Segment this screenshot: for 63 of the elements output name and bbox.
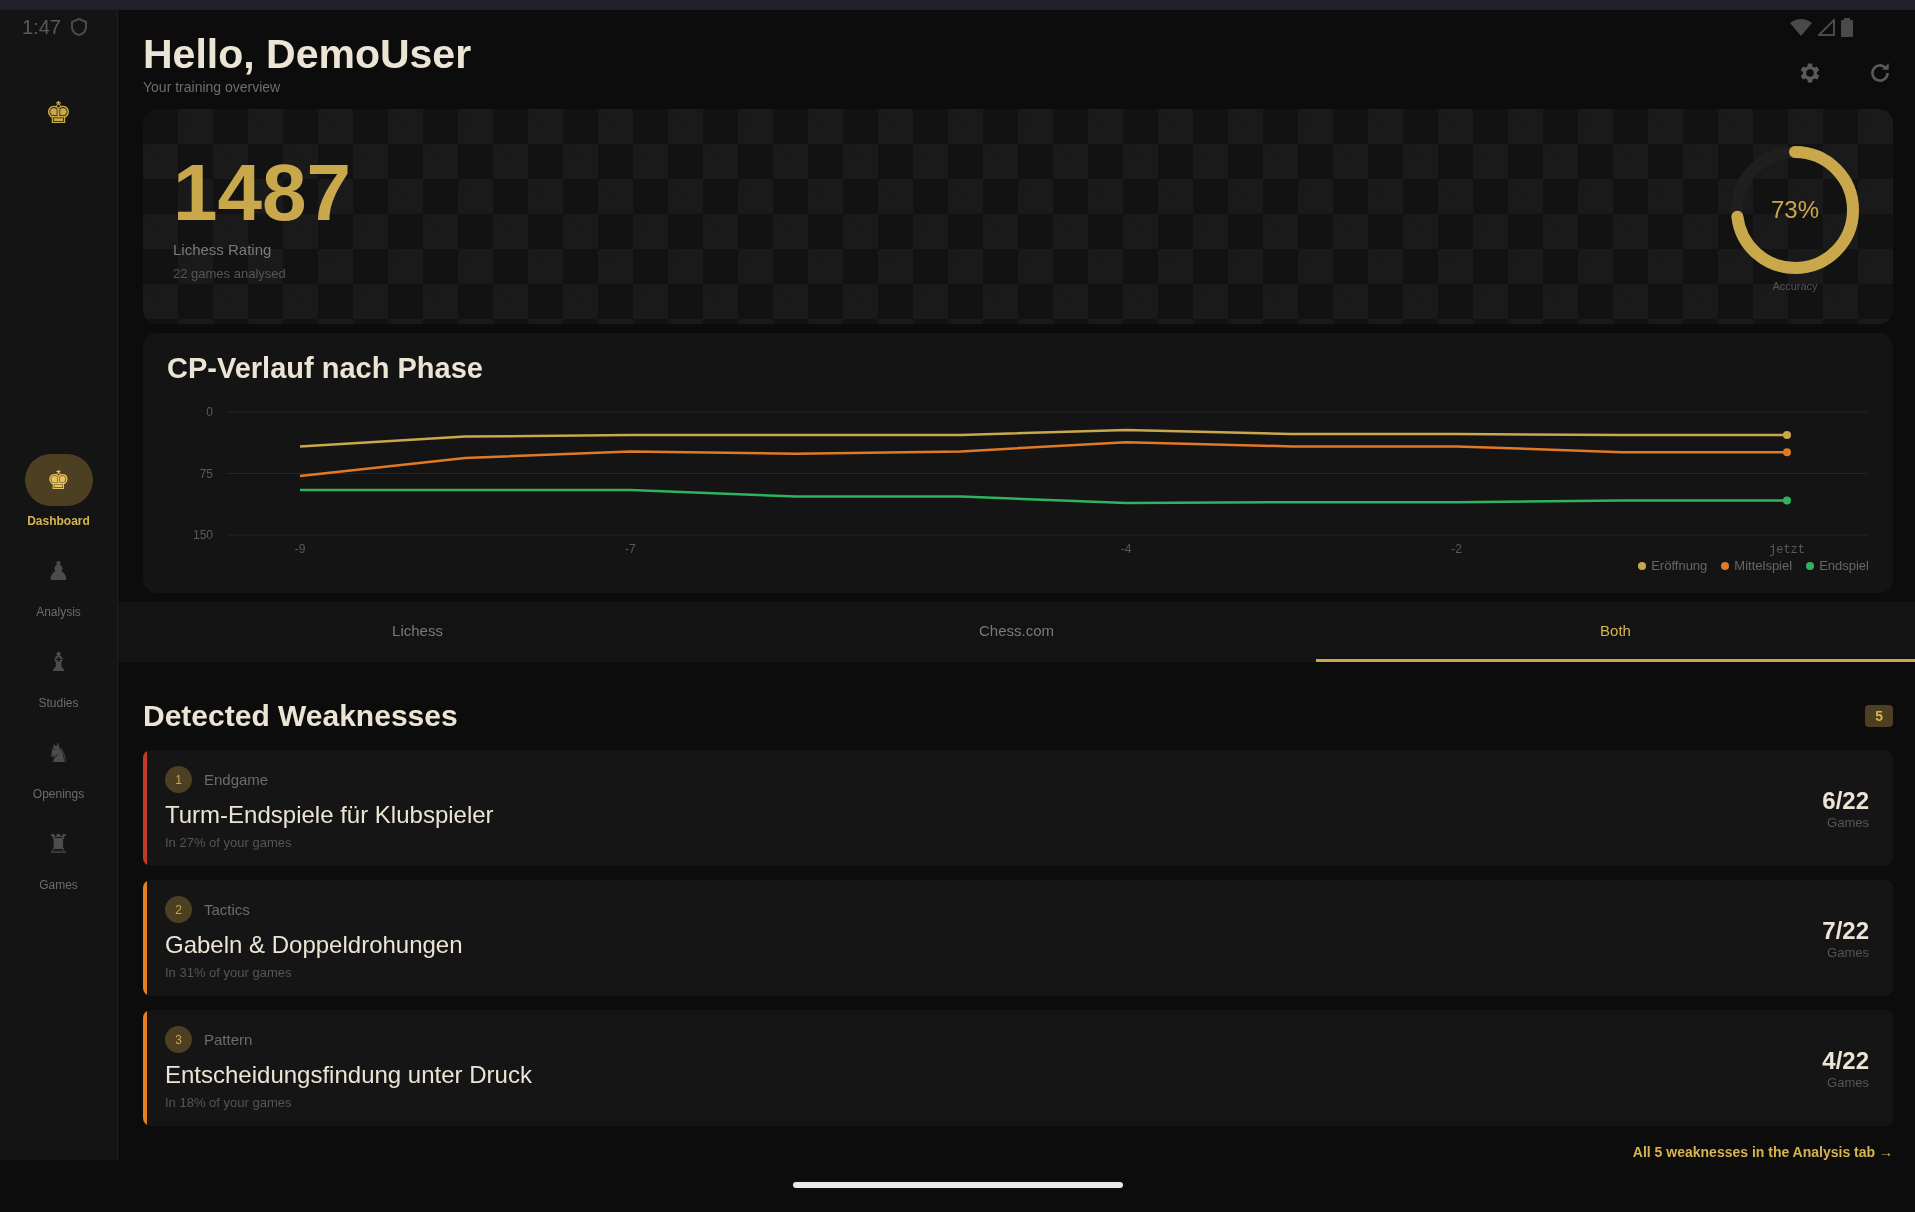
rank-badge: 1 xyxy=(165,766,192,793)
wifi-icon xyxy=(1790,18,1812,36)
rank-badge: 3 xyxy=(165,1026,192,1053)
chart-title: CP-Verlauf nach Phase xyxy=(167,351,484,387)
games-unit: Games xyxy=(1826,944,1869,960)
weakness-category: Tactics xyxy=(204,901,250,918)
weakness-card[interactable]: 2 Tactics Gabeln & Doppeldrohungen In 31% of your games 7/22 Games xyxy=(143,880,1893,996)
nav-item[interactable]: ♜ Games xyxy=(8,818,109,892)
axis-tick-label: 0 xyxy=(206,405,213,420)
axis-tick-label: -9 xyxy=(294,542,306,557)
games-unit: Games xyxy=(1826,814,1869,830)
source-tab[interactable]: Lichess xyxy=(118,601,717,663)
nav-item[interactable]: ♞ Openings xyxy=(8,727,109,801)
logo-icon: ♚ xyxy=(45,98,72,128)
weakness-share: In 27% of your games xyxy=(165,835,293,850)
legend-label: Eröffnung xyxy=(1651,558,1708,574)
chess-piece-icon: ♟ xyxy=(46,557,71,585)
weakness-share: In 31% of your games xyxy=(165,965,293,980)
axis-tick-label: jetzt xyxy=(1769,543,1805,558)
rating-label: Lichess Rating xyxy=(173,240,273,258)
chess-piece-icon: ♚ xyxy=(46,466,71,494)
section-title: Detected Weaknesses xyxy=(143,698,458,733)
analysis-link[interactable]: All 5 weaknesses in the Analysis tab → xyxy=(1632,1144,1893,1160)
signal-icon xyxy=(1818,18,1835,36)
games-ratio: 4/22 xyxy=(1822,1046,1869,1075)
weakness-category: Endgame xyxy=(204,771,269,788)
page-subtitle: Your training overview xyxy=(143,79,282,96)
axis-tick-label: -4 xyxy=(1120,542,1132,557)
shield-icon xyxy=(70,18,87,36)
axis-tick-label: -7 xyxy=(625,542,636,557)
battery-icon xyxy=(1841,17,1853,37)
rank-badge: 2 xyxy=(165,896,192,923)
accuracy-value: 73% xyxy=(1769,195,1820,224)
axis-tick-label: 150 xyxy=(192,528,213,543)
source-tab[interactable]: Chess.com xyxy=(717,601,1316,663)
chess-piece-icon: ♜ xyxy=(46,830,71,858)
weakness-card[interactable]: 3 Pattern Entscheidungsfindung unter Druck In 18% of your games 4/22 Games xyxy=(143,1010,1893,1126)
nav-item[interactable]: ♝ Studies xyxy=(8,636,109,710)
weakness-title: Gabeln & Doppeldrohungen xyxy=(165,931,464,959)
count-badge: 5 xyxy=(1865,704,1893,727)
weakness-title: Entscheidungsfindung unter Druck xyxy=(165,1061,533,1089)
legend-label: Endspiel xyxy=(1819,558,1869,574)
games-unit: Games xyxy=(1826,1074,1869,1090)
weakness-category: Pattern xyxy=(204,1031,253,1048)
nav-item[interactable]: ♟ Analysis xyxy=(8,545,109,619)
weakness-card[interactable]: 1 Endgame Turm-Endspiele für Klubspieler In 27% of your games 6/22 Games xyxy=(143,750,1893,866)
chess-piece-icon: ♝ xyxy=(46,648,71,676)
series-endpoint xyxy=(1783,496,1791,505)
chess-piece-icon: ♞ xyxy=(46,739,71,767)
games-count: 22 games analysed xyxy=(173,265,287,281)
axis-tick-label: 75 xyxy=(199,466,213,481)
rating-value: 1487 xyxy=(173,152,352,233)
weakness-title: Turm-Endspiele für Klubspieler xyxy=(165,801,495,829)
games-ratio: 7/22 xyxy=(1822,916,1869,945)
nav-item[interactable]: ♚ Dashboard xyxy=(8,454,109,528)
status-time: 1:47 xyxy=(22,15,61,39)
legend-label: Mittelspiel xyxy=(1734,558,1793,574)
weakness-share: In 18% of your games xyxy=(165,1095,293,1110)
source-tab[interactable]: Both xyxy=(1316,601,1915,663)
axis-tick-label: -2 xyxy=(1451,542,1462,557)
page-title: Hello, DemoUser xyxy=(143,32,473,78)
games-ratio: 6/22 xyxy=(1822,786,1869,815)
accuracy-label: Accuracy xyxy=(1772,279,1818,292)
